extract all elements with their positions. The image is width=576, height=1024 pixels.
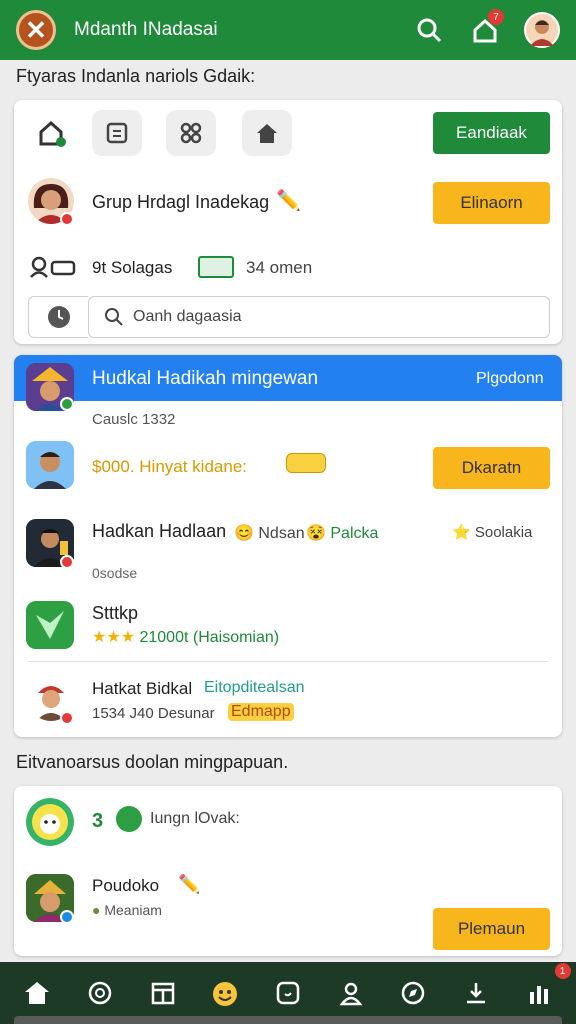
item2-tag1: 😊 Ndsan (234, 525, 305, 542)
group-status-dot (60, 212, 74, 226)
list-card: 3 Iungn lOvak: Poudoko ✏️ ● Meaniam Plem… (14, 786, 562, 956)
house-icon[interactable] (242, 110, 292, 156)
item4-status-dot (60, 711, 74, 725)
list-item2-button[interactable]: Plemaun (433, 908, 550, 950)
download-icon[interactable] (456, 973, 496, 1013)
emoji-icon[interactable] (205, 973, 245, 1013)
item4-name: Hatkat Bidkal (92, 679, 193, 698)
feed-subtitle: Causlc 1332 (92, 411, 176, 428)
item3-rating: ★★★ 21000t (Haisomian) (92, 627, 279, 647)
banner-action[interactable]: Plgodonn (476, 370, 544, 388)
search-input-icon (105, 308, 123, 326)
item3-avatar[interactable] (26, 601, 74, 649)
notification-badge: 7 (488, 9, 504, 25)
coin-icon (286, 453, 326, 473)
item2-tag1-text: Ndsan (258, 525, 305, 542)
banner-status-dot (60, 397, 74, 411)
item2-status-dot (60, 555, 74, 569)
message-icon[interactable] (268, 973, 308, 1013)
list-item2-meta: ● Meaniam (92, 902, 162, 918)
primary-action-button[interactable]: Eandiaak (433, 112, 550, 154)
search-filter-button[interactable] (28, 296, 88, 338)
item1-avatar[interactable] (26, 441, 74, 489)
group-stat-a: 9t Solagas (92, 258, 173, 277)
stat-chip-icon (198, 256, 234, 278)
group-name: Grup Hrdagl Inadekag (92, 192, 270, 212)
group-join-button[interactable]: Elinaorn (433, 182, 550, 224)
feed-card: Hudkal Hadikah mingewan Plgodonn Causlc … (14, 355, 562, 737)
app-title: Mdanth INadasai (74, 19, 218, 40)
item3-name: Stttkp (92, 603, 139, 623)
rating-stars: ★★★ (92, 629, 136, 646)
item3-rating-text: 21000t (Haisomian) (139, 629, 280, 646)
item2-tag3-text: Soolakia (474, 524, 533, 541)
pencil-icon-2: ✏️ (178, 874, 201, 894)
list-item1-avatar[interactable] (26, 798, 74, 846)
list-item1-num: 3 (92, 810, 104, 832)
item2-name: Hadkan Hadlaan (92, 521, 227, 541)
list-item1-text: Iungn lOvak: (150, 810, 240, 827)
search-icon[interactable] (412, 13, 446, 47)
bottom-nav: 1 (0, 962, 576, 1024)
calendar-icon[interactable] (143, 973, 183, 1013)
chat-icon[interactable] (80, 973, 120, 1013)
top-bar: ✕ Mdanth INadasai 7 (0, 0, 576, 60)
list-item2-meta-text: Meaniam (104, 902, 162, 918)
item2-tag3: ⭐ Soolakia (452, 524, 533, 541)
item1-text: $000. Hinyat kidane: (92, 457, 247, 476)
group-stat-b: 34 omen (246, 258, 313, 277)
item4-tag: Edmapp (228, 703, 294, 721)
stats-icon[interactable]: 1 (519, 963, 571, 1013)
close-icon[interactable]: ✕ (16, 10, 56, 50)
list-item1-icon (116, 806, 142, 832)
group-card: Eandiaak Grup Hrdagl Inadekag ✏️ Elinaor… (14, 100, 562, 344)
document-icon[interactable] (92, 110, 142, 156)
item4-link[interactable]: Eitopditealsan (204, 679, 305, 697)
list-item2-status-dot (60, 910, 74, 924)
profile-avatar[interactable] (524, 12, 560, 48)
compass-icon[interactable] (393, 973, 433, 1013)
list-item2-name: Poudoko (92, 876, 160, 895)
item2-tag2: 😵 Palcka (306, 525, 379, 542)
item2-meta: 0sodse (92, 565, 138, 581)
section-title-2: Eitvanoarsus doolan mingpapuan. (16, 752, 289, 772)
list-item2-meta-icon: ● (92, 902, 101, 918)
stats-badge: 1 (554, 963, 571, 979)
item2-tag2-text: Palcka (330, 525, 379, 542)
banner-title: Hudkal Hadikah mingewan (92, 368, 319, 389)
search-placeholder: Oanh dagaasia (133, 308, 242, 325)
search-input[interactable]: Oanh dagaasia (88, 296, 550, 338)
home-icon[interactable] (17, 973, 57, 1013)
apps-icon[interactable] (166, 110, 216, 156)
item4-meta: 1534 J40 Desunar (92, 705, 215, 722)
gesture-bar[interactable] (14, 1016, 562, 1024)
home-add-icon[interactable] (28, 110, 78, 156)
item1-button[interactable]: Dkaratn (433, 447, 550, 489)
profile-icon[interactable] (331, 973, 371, 1013)
feed-divider (28, 661, 548, 662)
section-title-1: Ftyaras Indanla nariols Gdaik: (16, 66, 256, 86)
people-icon (30, 256, 76, 283)
pencil-icon: ✏️ (276, 190, 301, 212)
home-notification-icon[interactable]: 7 (468, 9, 504, 47)
